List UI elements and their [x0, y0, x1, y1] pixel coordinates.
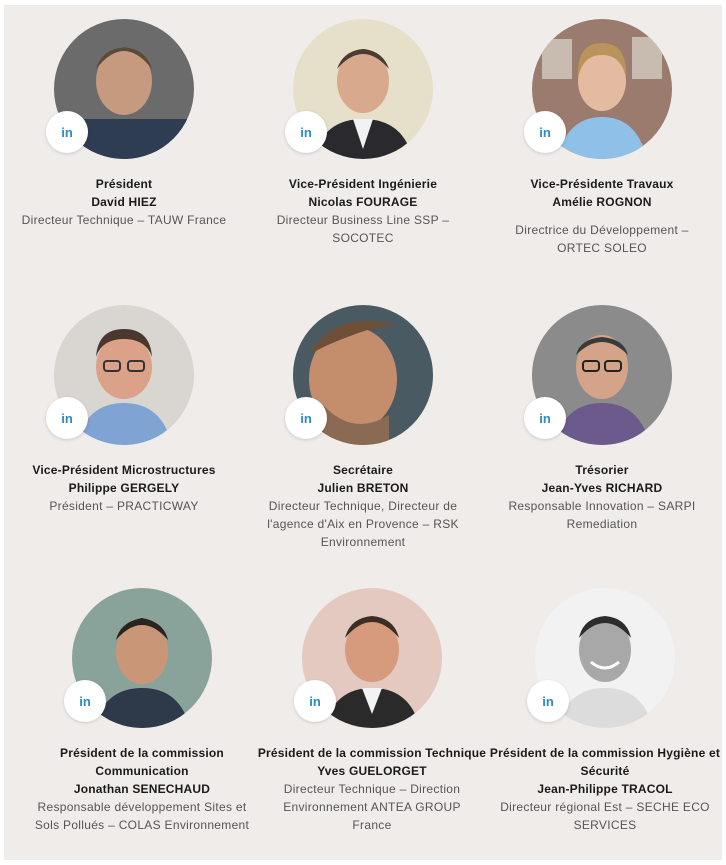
member-photo-wrap: in	[285, 19, 433, 159]
member-description: Directrice du Développement – ORTEC SOLE…	[515, 223, 689, 255]
member-photo-wrap: in	[524, 19, 672, 159]
member-photo-wrap: in	[64, 588, 212, 728]
linkedin-icon[interactable]: in	[46, 397, 88, 439]
member-name: Julien BRETON	[317, 481, 409, 495]
linkedin-icon[interactable]: in	[524, 397, 566, 439]
member-card: in Vice-Président Ingénierie Nicolas FOU…	[245, 19, 481, 247]
member-name: Jonathan SENECHAUD	[73, 782, 211, 796]
member-role: Trésorier	[575, 463, 629, 477]
member-description: Responsable Innovation – SARPI Remediati…	[508, 499, 696, 531]
member-description: Directeur Business Line SSP – SOCOTEC	[276, 213, 450, 245]
linkedin-icon[interactable]: in	[285, 111, 327, 153]
member-card: in Président David HIEZ Directeur Techni…	[6, 19, 242, 229]
member-description: Directeur Technique – TAUW France	[21, 213, 227, 227]
member-description: Directeur régional Est – SECHE ECO SERVI…	[500, 800, 710, 832]
member-description: Directeur Technique – Direction Environn…	[283, 782, 461, 832]
member-photo-wrap: in	[285, 305, 433, 445]
member-role: Président de la commission Technique	[257, 746, 487, 760]
linkedin-icon[interactable]: in	[294, 680, 336, 722]
linkedin-icon[interactable]: in	[527, 680, 569, 722]
linkedin-icon[interactable]: in	[285, 397, 327, 439]
member-name: Yves GUELORGET	[317, 764, 427, 778]
member-card: in Président de la commission Technique …	[254, 588, 490, 834]
linkedin-icon[interactable]: in	[46, 111, 88, 153]
member-name: Philippe GERGELY	[68, 481, 180, 495]
member-card: in Président de la commission Communicat…	[24, 588, 260, 834]
member-role: Président de la commission Hygiène et Sé…	[489, 746, 721, 778]
member-description: Président – PRACTICWAY	[49, 499, 199, 513]
linkedin-icon[interactable]: in	[64, 680, 106, 722]
member-photo-wrap: in	[46, 305, 194, 445]
member-photo-wrap: in	[524, 305, 672, 445]
member-photo-wrap: in	[294, 588, 442, 728]
member-card: in Trésorier Jean-Yves RICHARD Responsab…	[484, 305, 720, 533]
member-role: Vice-Président Microstructures	[32, 463, 216, 477]
board-members-panel: in Président David HIEZ Directeur Techni…	[4, 5, 722, 860]
member-name: Nicolas FOURAGE	[308, 195, 418, 209]
member-photo-wrap: in	[527, 588, 675, 728]
member-name: Jean-Philippe TRACOL	[537, 782, 673, 796]
member-card: in Vice-Président Microstructures Philip…	[6, 305, 242, 515]
linkedin-icon[interactable]: in	[524, 111, 566, 153]
member-name: Amélie ROGNON	[552, 195, 652, 209]
member-role: Vice-Président Ingénierie	[288, 177, 438, 191]
member-name: Jean-Yves RICHARD	[541, 481, 663, 495]
member-role: Vice-Présidente Travaux	[530, 177, 674, 191]
member-card: in Secrétaire Julien BRETON Directeur Te…	[245, 305, 481, 551]
member-card: in Président de la commission Hygiène et…	[487, 588, 723, 834]
member-card: in Vice-Présidente Travaux Amélie ROGNON…	[484, 19, 720, 257]
member-description: Directeur Technique, Directeur de l'agen…	[267, 499, 459, 549]
member-role: Président de la commission Communication	[60, 746, 224, 778]
member-name: David HIEZ	[91, 195, 157, 209]
member-role: Secrétaire	[332, 463, 394, 477]
member-description: Responsable développement Sites et Sols …	[34, 800, 250, 832]
member-role: Président	[95, 177, 153, 191]
member-photo-wrap: in	[46, 19, 194, 159]
